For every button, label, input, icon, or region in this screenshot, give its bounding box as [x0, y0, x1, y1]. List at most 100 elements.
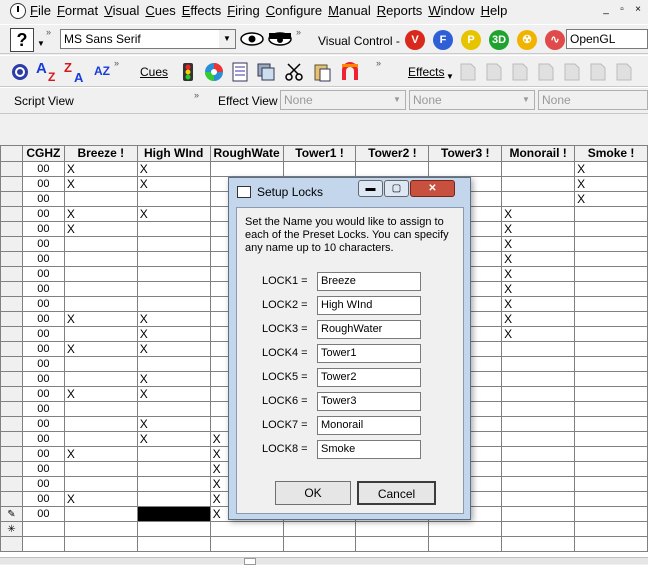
- table-cell[interactable]: 00: [21, 386, 65, 402]
- lock-name-field[interactable]: Monorail: [317, 416, 421, 435]
- cues-menu-label[interactable]: Cues: [140, 65, 168, 79]
- table-cell[interactable]: [501, 416, 576, 432]
- stack-icon[interactable]: [256, 62, 276, 82]
- table-cell[interactable]: [63, 326, 138, 342]
- table-cell[interactable]: X: [136, 176, 211, 192]
- edit-row-pencil-icon[interactable]: ✎: [0, 506, 23, 522]
- menu-firing[interactable]: Firing: [227, 0, 266, 22]
- table-cell[interactable]: [136, 266, 211, 282]
- table-cell[interactable]: [136, 476, 211, 492]
- table-cell[interactable]: [501, 341, 576, 357]
- table-cell[interactable]: X: [136, 311, 211, 327]
- table-cell[interactable]: [136, 536, 211, 552]
- table-cell[interactable]: [63, 461, 138, 477]
- table-cell[interactable]: [574, 356, 648, 372]
- column-header[interactable]: Smoke !: [574, 145, 648, 162]
- script-view-label[interactable]: Script View: [14, 94, 74, 108]
- table-cell[interactable]: [63, 296, 138, 312]
- table-cell[interactable]: X: [136, 416, 211, 432]
- table-cell[interactable]: X: [574, 176, 648, 192]
- menu-help[interactable]: Help: [481, 0, 514, 22]
- table-cell[interactable]: [501, 176, 576, 192]
- new-row-star-icon[interactable]: ✳: [0, 521, 23, 537]
- table-cell[interactable]: X: [501, 221, 576, 237]
- row-header[interactable]: [0, 311, 23, 327]
- row-header[interactable]: [0, 236, 23, 252]
- table-cell[interactable]: [574, 491, 648, 507]
- table-cell[interactable]: [21, 536, 65, 552]
- effect-view-combo-2[interactable]: None ▼: [409, 90, 535, 110]
- table-cell[interactable]: 00: [21, 506, 65, 522]
- table-cell[interactable]: [501, 461, 576, 477]
- table-cell[interactable]: [574, 281, 648, 297]
- table-cell[interactable]: [574, 266, 648, 282]
- row-header[interactable]: [0, 386, 23, 402]
- eye-open-icon[interactable]: [240, 31, 264, 47]
- table-cell[interactable]: [136, 461, 211, 477]
- menu-window[interactable]: Window: [428, 0, 480, 22]
- table-cell[interactable]: [501, 371, 576, 387]
- table-cell[interactable]: X: [574, 161, 648, 177]
- row-header[interactable]: [0, 266, 23, 282]
- document-list-icon[interactable]: [230, 62, 250, 82]
- table-cell[interactable]: [574, 461, 648, 477]
- sort-a2-icon[interactable]: A: [74, 70, 83, 85]
- table-cell[interactable]: [574, 221, 648, 237]
- lock-name-field[interactable]: Smoke: [317, 440, 421, 459]
- table-cell[interactable]: X: [501, 281, 576, 297]
- table-cell[interactable]: [574, 521, 648, 537]
- maximize-button[interactable]: ▢: [384, 180, 409, 197]
- table-cell[interactable]: X: [501, 251, 576, 267]
- mdi-restore-button[interactable]: ▫: [616, 4, 628, 16]
- table-cell[interactable]: 00: [21, 461, 65, 477]
- sort-az-icon[interactable]: AZ: [94, 64, 110, 78]
- scissors-icon[interactable]: [284, 62, 304, 82]
- menu-reports[interactable]: Reports: [377, 0, 429, 22]
- table-cell[interactable]: [63, 236, 138, 252]
- table-cell[interactable]: [574, 371, 648, 387]
- table-cell[interactable]: [501, 161, 576, 177]
- table-cell[interactable]: X: [136, 161, 211, 177]
- table-cell[interactable]: [574, 431, 648, 447]
- table-cell[interactable]: [63, 401, 138, 417]
- row-header[interactable]: [0, 446, 23, 462]
- table-cell[interactable]: [136, 296, 211, 312]
- table-cell[interactable]: 00: [21, 491, 65, 507]
- table-cell[interactable]: X: [136, 386, 211, 402]
- table-cell[interactable]: [574, 206, 648, 222]
- font-combo[interactable]: MS Sans Serif ▼: [60, 29, 236, 49]
- row-header[interactable]: [0, 341, 23, 357]
- sort-a-icon[interactable]: A: [36, 60, 47, 77]
- table-cell[interactable]: X: [136, 326, 211, 342]
- lock-name-field[interactable]: High WInd: [317, 296, 421, 315]
- table-cell[interactable]: [501, 476, 576, 492]
- row-header[interactable]: [0, 536, 23, 552]
- table-cell[interactable]: X: [63, 176, 138, 192]
- column-header[interactable]: Tower3 !: [428, 145, 503, 162]
- table-cell[interactable]: [63, 371, 138, 387]
- table-cell[interactable]: [428, 536, 503, 552]
- app-clock-icon[interactable]: [10, 3, 26, 19]
- column-header[interactable]: RoughWate: [209, 145, 284, 162]
- table-cell[interactable]: [136, 281, 211, 297]
- close-button[interactable]: ✕: [410, 180, 455, 197]
- row-header[interactable]: [0, 416, 23, 432]
- table-cell[interactable]: [574, 446, 648, 462]
- row-header[interactable]: [0, 401, 23, 417]
- table-cell[interactable]: 00: [21, 296, 65, 312]
- column-header[interactable]: High WInd: [136, 145, 211, 162]
- table-cell[interactable]: X: [63, 206, 138, 222]
- column-header[interactable]: Monorail !: [501, 145, 576, 162]
- paste-icon[interactable]: [312, 62, 332, 82]
- minimize-button[interactable]: ▬: [358, 180, 383, 197]
- table-cell[interactable]: 00: [21, 341, 65, 357]
- table-cell[interactable]: [501, 431, 576, 447]
- visual-control-button-6[interactable]: ∿: [545, 30, 565, 50]
- visual-control-button-3[interactable]: P: [461, 30, 481, 50]
- table-cell[interactable]: [63, 521, 138, 537]
- table-cell[interactable]: 00: [21, 311, 65, 327]
- table-cell[interactable]: [63, 191, 138, 207]
- table-cell[interactable]: [574, 536, 648, 552]
- table-cell[interactable]: X: [63, 311, 138, 327]
- table-cell[interactable]: X: [501, 266, 576, 282]
